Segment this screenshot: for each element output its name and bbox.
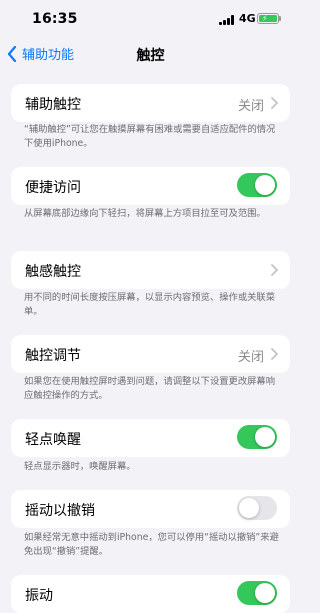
reachability-row: 便捷访问 xyxy=(11,167,290,205)
vibration-toggle[interactable] xyxy=(237,581,277,605)
shake-to-undo-footnote: 如果经常无意中摇动到iPhone，您可以停用“摇动以撤销”来避免出现“撤销”提醒… xyxy=(24,532,279,557)
assistive-touch-row[interactable]: 辅助触控 关闭 xyxy=(11,84,290,122)
status-bar: 16:35 4G ⚡ xyxy=(0,0,301,40)
row-value: 关闭 xyxy=(237,99,264,114)
vibration-row: 振动 xyxy=(11,575,290,613)
row-label: 触感触控 xyxy=(25,264,81,280)
reachability-toggle[interactable] xyxy=(237,173,277,197)
chevron-right-icon xyxy=(271,97,278,109)
haptic-touch-row[interactable]: 触感触控 xyxy=(11,251,290,289)
touch-accommodations-footnote: 如果您在使用触控屏时遇到问题，请调整以下设置更改屏幕响应触控操作的方式。 xyxy=(24,376,276,401)
row-value: 关闭 xyxy=(237,350,264,365)
page-title: 触控 xyxy=(136,48,165,64)
row-label: 轻点唤醒 xyxy=(25,432,81,448)
battery-icon: ⚡ xyxy=(257,13,279,24)
row-label: 摇动以撤销 xyxy=(25,503,95,519)
reachability-footnote: 从屏幕底部边缘向下轻扫，将屏幕上方项目拉至可及范围。 xyxy=(24,208,266,219)
assistive-touch-footnote: “辅助触控”可让您在触摸屏幕有困难或需要自适应配件的情况下使用iPhone。 xyxy=(24,124,276,149)
row-label: 便捷访问 xyxy=(25,180,81,196)
shake-to-undo-row: 摇动以撤销 xyxy=(11,490,290,528)
chevron-right-icon xyxy=(271,264,278,276)
row-label: 振动 xyxy=(25,588,53,604)
network-type: 4G xyxy=(239,12,256,25)
chevron-right-icon xyxy=(271,348,278,360)
status-time: 16:35 xyxy=(32,11,78,27)
battery-cap xyxy=(279,16,281,21)
charging-bolt-icon: ⚡ xyxy=(262,14,268,23)
tap-to-wake-footnote: 轻点显示器时，唤醒屏幕。 xyxy=(24,461,136,472)
haptic-touch-footnote: 用不同的时间长度按压屏幕，以显示内容预览、操作或关联菜单。 xyxy=(24,292,276,317)
row-label: 触控调节 xyxy=(25,348,81,364)
row-label: 辅助触控 xyxy=(25,97,81,113)
tap-to-wake-row: 轻点唤醒 xyxy=(11,419,290,457)
shake-to-undo-toggle[interactable] xyxy=(237,496,277,520)
cellular-signal-icon xyxy=(219,15,235,25)
tap-to-wake-toggle[interactable] xyxy=(237,425,277,449)
navigation-bar: 辅助功能 触控 xyxy=(0,40,301,70)
touch-accommodations-row[interactable]: 触控调节 关闭 xyxy=(11,335,290,373)
